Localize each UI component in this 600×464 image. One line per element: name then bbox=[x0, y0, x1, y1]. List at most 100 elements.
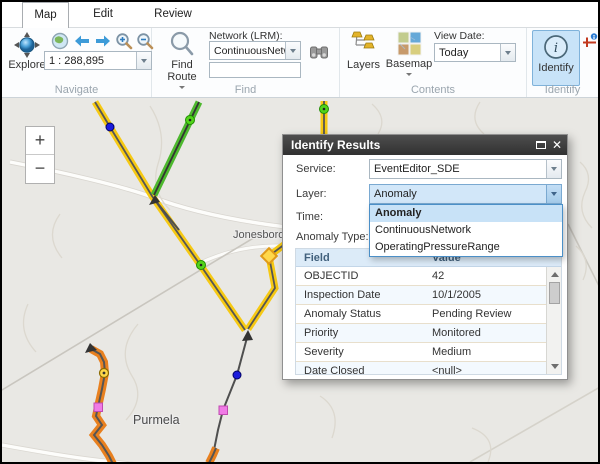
identify-button[interactable]: i Identify bbox=[532, 30, 580, 86]
value-cell: Pending Review bbox=[427, 305, 561, 323]
network-lrm-dropdown-button[interactable] bbox=[285, 42, 300, 59]
service-combobox[interactable]: EventEditor_SDE bbox=[369, 159, 562, 179]
dialog-titlebar[interactable]: Identify Results ✕ bbox=[283, 135, 567, 155]
group-navigate: Explore 1 bbox=[2, 28, 152, 97]
navigate-group-label: Navigate bbox=[2, 84, 151, 96]
table-scrollbar[interactable] bbox=[546, 267, 561, 374]
network-lrm-value: ContinuousNetwork bbox=[210, 45, 285, 57]
field-cell: Inspection Date bbox=[296, 286, 427, 304]
marker-green-point bbox=[320, 105, 329, 114]
group-identify: i Identify Identify bbox=[527, 28, 598, 97]
chevron-down-icon bbox=[551, 167, 557, 171]
find-group-label: Find bbox=[152, 84, 339, 96]
table-row[interactable]: Severity Medium bbox=[296, 343, 561, 362]
contents-group-label: Contents bbox=[340, 84, 526, 96]
marker-blue-point bbox=[106, 123, 114, 131]
scroll-down-icon[interactable] bbox=[551, 364, 559, 369]
ribbon: Explore 1 bbox=[2, 28, 598, 98]
time-label: Time: bbox=[296, 211, 323, 223]
maximize-icon[interactable] bbox=[536, 141, 546, 149]
route-search-input[interactable] bbox=[209, 62, 301, 78]
explore-compass-icon bbox=[13, 31, 41, 59]
dialog-title: Identify Results bbox=[291, 138, 380, 152]
tab-edit[interactable]: Edit bbox=[80, 2, 126, 28]
explore-label: Explore bbox=[8, 59, 45, 71]
service-value: EventEditor_SDE bbox=[370, 163, 546, 175]
tab-review[interactable]: Review bbox=[147, 2, 199, 28]
table-row[interactable]: Priority Monitored bbox=[296, 324, 561, 343]
layer-value: Anomaly bbox=[370, 188, 546, 200]
marker-green-point bbox=[197, 261, 206, 270]
previous-extent-arrow-icon[interactable] bbox=[73, 32, 91, 50]
view-date-value: Today bbox=[435, 47, 500, 59]
chevron-down-icon bbox=[406, 73, 412, 76]
attributes-table: Field Value OBJECTID 42 Inspection Date … bbox=[295, 248, 562, 375]
layer-dropdown-button[interactable] bbox=[546, 185, 561, 203]
value-cell: <null> bbox=[427, 362, 561, 375]
anomaly-type-label: Anomaly Type: bbox=[296, 231, 369, 243]
identify-results-dialog: Identify Results ✕ Service: EventEditor_… bbox=[282, 134, 568, 380]
basemap-label: Basemap bbox=[386, 58, 432, 70]
map-zoom-control: + − bbox=[25, 126, 55, 184]
value-cell: Medium bbox=[427, 343, 561, 361]
field-cell: Date Closed bbox=[296, 362, 427, 375]
scroll-thumb[interactable] bbox=[549, 282, 560, 304]
marker-blue-point bbox=[233, 371, 241, 379]
identify-route-location-icon[interactable] bbox=[582, 33, 598, 49]
network-lrm-combobox[interactable]: ContinuousNetwork bbox=[209, 41, 301, 60]
layers-label: Layers bbox=[347, 59, 380, 71]
zoom-in-tool-icon[interactable] bbox=[115, 32, 133, 50]
map-zoom-in-button[interactable]: + bbox=[26, 127, 54, 155]
view-date-dropdown-button[interactable] bbox=[500, 44, 515, 61]
map-viewport[interactable]: Jonesboro Purmela + − Identify Results ✕… bbox=[2, 98, 598, 462]
table-row[interactable]: Date Closed <null> bbox=[296, 362, 561, 375]
pipeline-gray-segment-2 bbox=[210, 334, 248, 462]
layers-icon bbox=[351, 31, 377, 59]
view-date-combobox[interactable]: Today bbox=[434, 43, 516, 62]
identify-group-label: Identify bbox=[527, 84, 598, 96]
town-label-jonesboro: Jonesboro bbox=[233, 229, 284, 241]
chevron-down-icon bbox=[505, 51, 511, 55]
field-cell: Severity bbox=[296, 343, 427, 361]
table-row[interactable]: OBJECTID 42 bbox=[296, 267, 561, 286]
table-row[interactable]: Inspection Date 10/1/2005 bbox=[296, 286, 561, 305]
svg-text:i: i bbox=[554, 41, 558, 56]
layers-button[interactable]: Layers bbox=[343, 30, 384, 78]
field-cell: OBJECTID bbox=[296, 267, 427, 285]
next-extent-arrow-icon[interactable] bbox=[94, 32, 112, 50]
map-scale-value: 1 : 288,895 bbox=[45, 55, 136, 67]
tab-map[interactable]: Map bbox=[22, 2, 69, 28]
arrowhead-icon bbox=[242, 330, 253, 341]
identify-label: Identify bbox=[538, 62, 573, 74]
find-route-magnifier-icon bbox=[169, 31, 195, 59]
scroll-up-icon[interactable] bbox=[551, 272, 559, 277]
dropdown-option-continuousnetwork[interactable]: ContinuousNetwork bbox=[370, 222, 562, 239]
value-cell: 10/1/2005 bbox=[427, 286, 561, 304]
field-cell: Priority bbox=[296, 324, 427, 342]
map-zoom-out-button[interactable]: − bbox=[26, 155, 54, 183]
full-extent-globe-icon[interactable] bbox=[51, 32, 69, 50]
explore-button[interactable]: Explore bbox=[6, 30, 48, 78]
marker-pink-square bbox=[219, 406, 228, 415]
group-find: Find Route Network (LRM): ContinuousNetw… bbox=[152, 28, 340, 97]
identify-info-icon: i bbox=[543, 34, 569, 60]
layer-combobox[interactable]: Anomaly bbox=[369, 184, 562, 204]
basemap-tiles-icon bbox=[397, 31, 422, 58]
table-row[interactable]: Anomaly Status Pending Review bbox=[296, 305, 561, 324]
service-dropdown-button[interactable] bbox=[546, 160, 561, 178]
close-icon[interactable]: ✕ bbox=[552, 135, 562, 155]
layer-dropdown-list: Anomaly ContinuousNetwork OperatingPress… bbox=[369, 204, 563, 257]
find-route-label-line2: Route bbox=[167, 71, 196, 83]
chevron-down-icon bbox=[141, 59, 147, 63]
dropdown-option-anomaly[interactable]: Anomaly bbox=[370, 205, 562, 222]
map-scale-combobox[interactable]: 1 : 288,895 bbox=[44, 51, 152, 70]
dropdown-option-operatingpressurerange[interactable]: OperatingPressureRange bbox=[370, 239, 562, 256]
marker-pink-square bbox=[94, 403, 103, 412]
layer-label: Layer: bbox=[296, 188, 327, 200]
find-binoculars-icon[interactable] bbox=[309, 43, 329, 61]
event-editor-window: Map Edit Review Explore bbox=[0, 0, 600, 464]
marker-yellow-circle bbox=[100, 369, 109, 378]
basemap-button[interactable]: Basemap bbox=[386, 30, 432, 90]
marker-green-point bbox=[186, 116, 195, 125]
map-scale-dropdown-button[interactable] bbox=[136, 52, 151, 69]
